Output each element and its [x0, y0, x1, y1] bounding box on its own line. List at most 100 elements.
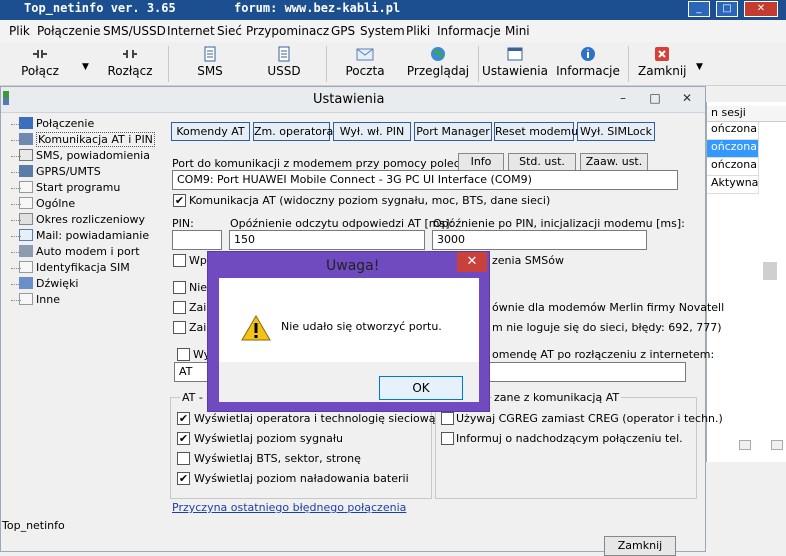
- tab-reset-modemu[interactable]: Reset modemu: [494, 122, 578, 141]
- info-button[interactable]: Informacje: [556, 44, 620, 84]
- tree-item-sms[interactable]: SMS, powiadomienia: [5, 149, 150, 165]
- option-checkbox[interactable]: [173, 254, 186, 267]
- speaker-icon: [19, 277, 33, 289]
- tree-item-mail[interactable]: Mail: powiadamianie: [5, 229, 149, 245]
- menu-przypominacz[interactable]: Przypominacz: [246, 24, 329, 38]
- adv-settings-button[interactable]: Zaaw. ust.: [580, 153, 648, 171]
- menu-sms-ussd[interactable]: SMS/USSD: [103, 24, 166, 38]
- connect-dropdown-icon[interactable]: ▼: [82, 62, 89, 72]
- error-cause-link[interactable]: Przyczyna ostatniego błędnego połączenia: [172, 501, 406, 514]
- scrollbar-thumb[interactable]: [763, 262, 777, 280]
- tab-wyl-simlock[interactable]: Wył. SIMLock: [577, 122, 655, 141]
- tree-item-ogolne[interactable]: Ogólne: [5, 197, 75, 213]
- envelope-icon: [19, 229, 33, 241]
- menu-informacje[interactable]: Informacje: [437, 24, 501, 38]
- tree-item-sim[interactable]: Identyfikacja SIM: [5, 261, 130, 277]
- battery-label: Wyświetlaj poziom naładowania baterii: [194, 472, 409, 485]
- tree-item-gprs[interactable]: GPRS/UMTS: [5, 165, 101, 181]
- tree-item-start[interactable]: Start programu: [5, 181, 120, 197]
- port-select[interactable]: COM9: Port HUAWEI Mobile Connect - 3G PC…: [172, 170, 678, 190]
- signal-checkbox[interactable]: ✔: [177, 432, 190, 445]
- table-row[interactable]: ończona: [707, 122, 759, 140]
- menu-polaczenie[interactable]: Połączenie: [37, 24, 101, 38]
- table-row[interactable]: Aktywna: [707, 176, 759, 194]
- menu-plik[interactable]: Plik: [9, 24, 30, 38]
- warning-message: Nie udało się otworzyć portu.: [281, 320, 442, 333]
- cgreg-checkbox[interactable]: [441, 412, 454, 425]
- close-app-button[interactable]: Zamknij: [638, 44, 687, 84]
- sms-label: SMS: [197, 64, 223, 78]
- close-button[interactable]: ✕: [677, 91, 697, 107]
- ok-button[interactable]: OK: [379, 376, 463, 400]
- sms-button[interactable]: SMS: [192, 44, 228, 84]
- settings-label: Ustawienia: [482, 64, 548, 78]
- menu-system[interactable]: System: [360, 24, 405, 38]
- close-icon[interactable]: ✕: [457, 252, 487, 272]
- menu-internet[interactable]: Internet: [167, 24, 215, 38]
- delay-field[interactable]: 150: [229, 230, 425, 250]
- tree-item-okres[interactable]: Okres rozliczeniowy: [5, 213, 145, 229]
- table-row[interactable]: ończona: [707, 158, 759, 176]
- arrow-right-icon[interactable]: [771, 440, 783, 450]
- option-checkbox[interactable]: [177, 348, 190, 361]
- mail-button[interactable]: Poczta: [344, 44, 386, 84]
- delay-label: Opóźnienie odczytu odpowiedzi AT [ms]:: [230, 217, 454, 230]
- std-settings-button[interactable]: Std. ust.: [508, 153, 576, 171]
- at-checkbox[interactable]: ✔: [173, 194, 186, 207]
- pin-field[interactable]: [172, 230, 222, 250]
- tab-port-manager[interactable]: Port Manager: [414, 122, 492, 141]
- close-app-label: Zamknij: [638, 64, 687, 78]
- close-dropdown-icon[interactable]: ▼: [696, 62, 703, 72]
- menu-siec[interactable]: Sieć: [217, 24, 242, 38]
- ussd-button[interactable]: USSD: [264, 44, 304, 84]
- settings-button[interactable]: Ustawienia: [482, 44, 548, 84]
- maximize-button[interactable]: □: [716, 1, 738, 17]
- table-row[interactable]: ończona: [707, 140, 759, 158]
- settings-close-button[interactable]: Zamknij: [604, 536, 676, 556]
- main-title-bar: Top_netinfo ver. 3.65 forum: www.bez-kab…: [0, 0, 786, 20]
- connect-button[interactable]: Połącz: [18, 44, 62, 84]
- disconnect-button[interactable]: Rozłącz: [106, 44, 154, 84]
- tree-item-komunikacja[interactable]: Komunikacja AT i PIN: [5, 132, 155, 149]
- close-button[interactable]: ✕: [744, 1, 778, 17]
- option-checkbox[interactable]: [173, 301, 186, 314]
- warning-dialog: Uwaga! ✕ Nie udało się otworzyć portu. O…: [207, 251, 490, 412]
- minimize-button[interactable]: _: [688, 1, 710, 17]
- tree-item-auto-modem[interactable]: Auto modem i port: [5, 245, 140, 261]
- incoming-label: Informuj o nadchodzącym połączeniu tel.: [456, 432, 683, 445]
- bts-label: Wyświetlaj BTS, sektor, stronę: [194, 452, 361, 465]
- option-label: omendę AT po rozłączeniu z internetem:: [492, 348, 715, 361]
- option-label: Zai: [189, 321, 207, 334]
- warning-icon: [241, 315, 271, 341]
- bts-checkbox[interactable]: [177, 452, 190, 465]
- document-icon: [204, 46, 216, 62]
- connect-label: Połącz: [21, 64, 59, 78]
- pin-delay-field[interactable]: 3000: [432, 230, 647, 250]
- menu-bar: Plik Połączenie SMS/USSD Internet Sieć P…: [0, 20, 786, 42]
- app-icon: [3, 91, 9, 105]
- menu-gps[interactable]: GPS: [331, 24, 355, 38]
- battery-checkbox[interactable]: ✔: [177, 472, 190, 485]
- settings-tree: Połączenie Komunikacja AT i PIN SMS, pow…: [1, 115, 167, 515]
- minimize-button[interactable]: –: [613, 91, 633, 107]
- tree-item-polaczenie[interactable]: Połączenie: [5, 117, 94, 133]
- arrow-left-icon[interactable]: [739, 440, 751, 450]
- browse-button[interactable]: Przeglądaj: [406, 44, 470, 84]
- disconnect-label: Rozłącz: [107, 64, 153, 78]
- tab-zm-operatora[interactable]: Zm. operatora: [253, 122, 333, 141]
- incoming-checkbox[interactable]: [441, 432, 454, 445]
- tab-komendy-at[interactable]: Komendy AT: [171, 122, 250, 141]
- tree-item-dzwieki[interactable]: Dźwięki: [5, 277, 79, 293]
- tab-wyl-pin[interactable]: Wył. wł. PIN: [333, 122, 411, 141]
- tree-item-inne[interactable]: Inne: [5, 293, 60, 309]
- network-icon: [19, 165, 33, 177]
- menu-pliki[interactable]: Pliki: [406, 24, 430, 38]
- window-icon: [19, 181, 33, 193]
- pin-delay-label: Opóźnienie po PIN, inicjalizacji modemu …: [433, 217, 685, 230]
- menu-mini[interactable]: Mini: [505, 24, 530, 38]
- tech-checkbox[interactable]: ✔: [177, 412, 190, 425]
- maximize-button[interactable]: □: [645, 91, 665, 107]
- option-checkbox[interactable]: [173, 281, 186, 294]
- info-button[interactable]: Info: [458, 153, 504, 171]
- option-checkbox[interactable]: [173, 321, 186, 334]
